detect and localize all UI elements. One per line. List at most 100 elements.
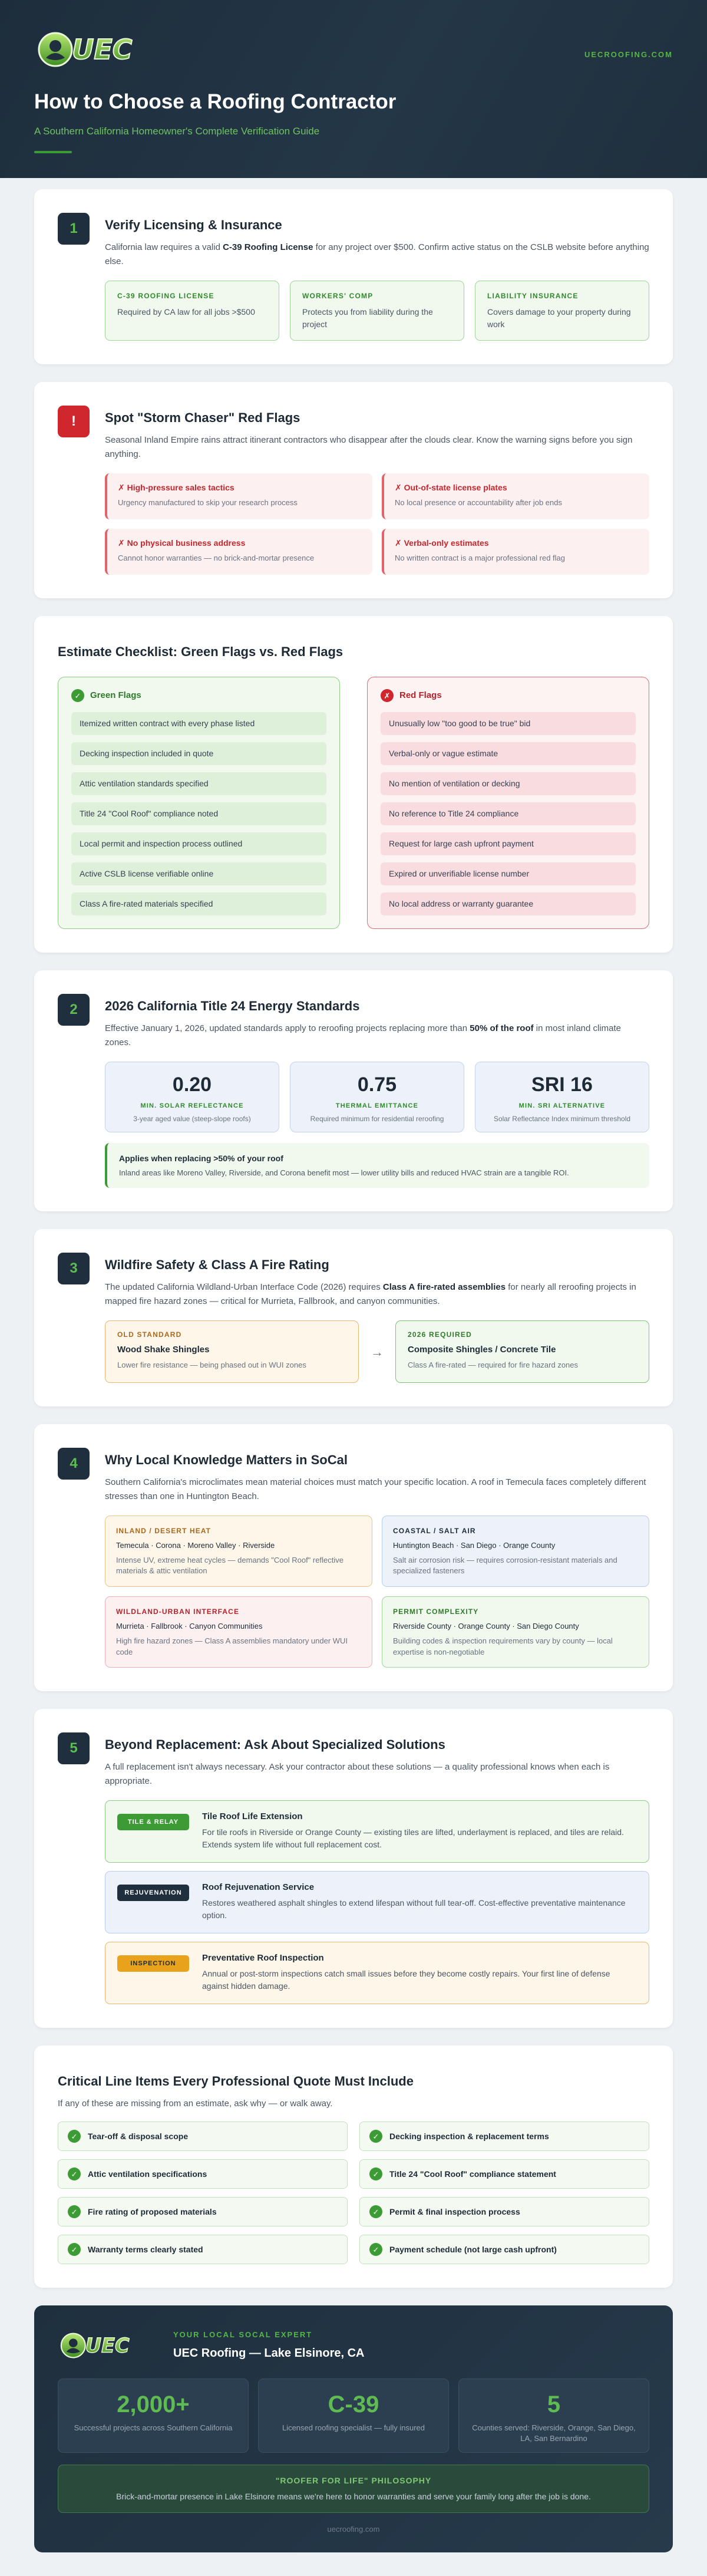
svg-text:UEC: UEC xyxy=(72,34,133,65)
uec-logo-icon[interactable]: UEC xyxy=(58,2330,157,2361)
check-icon: ✓ xyxy=(71,689,84,703)
uec-logo[interactable]: UEC xyxy=(34,28,170,71)
footer-eyebrow: YOUR LOCAL SOCAL EXPERT xyxy=(173,2330,313,2340)
section-specialized-solutions: 5 Beyond Replacement: Ask About Speciali… xyxy=(34,1709,673,2028)
list-item: Active CSLB license verifiable online xyxy=(71,862,326,885)
section-title: Estimate Checklist: Green Flags vs. Red … xyxy=(58,644,343,659)
red-flag-card: ✗ High-pressure sales tactics Urgency man… xyxy=(105,473,372,519)
red-flag-card: ✗ No physical business address Cannot hon… xyxy=(105,529,372,575)
region-card: INLAND / DESERT HEAT Temecula · Corona · … xyxy=(105,1516,372,1587)
service-card: REJUVENATION Roof Rejuvenation Service Re… xyxy=(105,1871,649,1934)
list-item: Verbal-only or vague estimate xyxy=(381,742,636,765)
list-item: No reference to Title 24 compliance xyxy=(381,802,636,825)
section-local-knowledge: 4 Why Local Knowledge Matters in SoCal S… xyxy=(34,1424,673,1692)
section-title: 2026 California Title 24 Energy Standard… xyxy=(105,998,360,1013)
header-website-link[interactable]: UECROOFING.COM xyxy=(584,49,673,61)
company-stat: C-39 Licensed roofing specialist — fully … xyxy=(258,2378,449,2453)
applies-note: Applies when replacing >50% of your roof… xyxy=(105,1142,649,1188)
red-flag-card: ✗ Out-of-state license plates No local pr… xyxy=(382,473,649,519)
accent-divider xyxy=(34,151,72,153)
requirement-card: LIABILITY INSURANCE Covers damage to your… xyxy=(475,281,649,341)
service-tag: INSPECTION xyxy=(117,1955,189,1972)
green-flags-column: ✓ Green Flags Itemized written contract w… xyxy=(58,677,340,929)
section-storm-chasers: ! Spot "Storm Chaser" Red Flags Seasonal… xyxy=(34,382,673,598)
section-title: Beyond Replacement: Ask About Specialize… xyxy=(105,1737,445,1753)
section-description: Seasonal Inland Empire rains attract iti… xyxy=(105,435,633,459)
company-name: UEC Roofing — Lake Elsinore, CA xyxy=(173,2346,365,2360)
line-item: ✓ Decking inspection & replacement terms xyxy=(359,2122,649,2152)
warning-badge-icon: ! xyxy=(58,406,90,437)
logo-mark-icon: UEC xyxy=(38,32,133,67)
step-number-badge: 4 xyxy=(58,1448,90,1480)
section-title: Wildfire Safety & Class A Fire Rating xyxy=(105,1257,329,1272)
red-flag-card: ✗ Verbal-only estimates No written contra… xyxy=(382,529,649,575)
requirement-card: WORKERS' COMP Protects you from liability… xyxy=(290,281,464,341)
service-card: TILE & RELAY Tile Roof Life Extension For… xyxy=(105,1800,649,1863)
region-card: COASTAL / SALT AIR Huntington Beach · San… xyxy=(382,1516,649,1587)
company-stat: 5 Counties served: Riverside, Orange, San… xyxy=(458,2378,649,2453)
x-icon: ✗ xyxy=(381,689,394,703)
line-item: ✓ Fire rating of proposed materials xyxy=(58,2197,348,2227)
list-item: Attic ventilation standards specified xyxy=(71,772,326,795)
section-title: Why Local Knowledge Matters in SoCal xyxy=(105,1452,348,1467)
step-number-badge: 3 xyxy=(58,1253,90,1284)
service-tag: REJUVENATION xyxy=(117,1885,189,1902)
company-footer: UEC YOUR LOCAL SOCAL EXPERT UEC Roofing … xyxy=(34,2305,673,2553)
line-item: ✓ Payment schedule (not large cash upfron… xyxy=(359,2235,649,2265)
service-tag: TILE & RELAY xyxy=(117,1814,189,1831)
line-item: ✓ Tear-off & disposal scope xyxy=(58,2122,348,2152)
company-stat: 2,000+ Successful projects across Souther… xyxy=(58,2378,249,2453)
step-number-badge: 5 xyxy=(58,1732,90,1765)
check-icon: ✓ xyxy=(68,2205,81,2219)
required-standard-card: 2026 REQUIRED Composite Shingles / Concr… xyxy=(395,1320,649,1383)
list-item: Title 24 "Cool Roof" compliance noted xyxy=(71,802,326,825)
hero-header: UEC UECROOFING.COM How to Choose a Roofi… xyxy=(0,0,707,178)
list-item: Unusually low "too good to be true" bid xyxy=(381,711,636,735)
step-number-badge: 1 xyxy=(58,213,90,245)
region-card: PERMIT COMPLEXITY Riverside County · Oran… xyxy=(382,1596,649,1668)
section-description: The updated California Wildland-Urban In… xyxy=(105,1282,636,1306)
list-item: Request for large cash upfront payment xyxy=(381,832,636,855)
standard-stat-card: 0.75 THERMAL EMITTANCE Required minimum fo… xyxy=(290,1061,464,1132)
page-subtitle: A Southern California Homeowner's Comple… xyxy=(34,126,320,137)
line-item: ✓ Warranty terms clearly stated xyxy=(58,2235,348,2265)
standard-stat-card: SRI 16 MIN. SRI ALTERNATIVE Solar Reflecta… xyxy=(475,1061,649,1132)
list-item: Itemized written contract with every pha… xyxy=(71,711,326,735)
section-wildfire: 3 Wildfire Safety & Class A Fire Rating … xyxy=(34,1229,673,1406)
old-standard-card: OLD STANDARD Wood Shake Shingles Lower f… xyxy=(105,1320,359,1383)
section-description: California law requires a valid C-39 Roo… xyxy=(105,242,649,266)
step-number-badge: 2 xyxy=(58,993,90,1026)
check-icon: ✓ xyxy=(68,2243,81,2257)
list-item: Local permit and inspection process outl… xyxy=(71,832,326,855)
section-quote-line-items: Critical Line Items Every Professional Q… xyxy=(34,2045,673,2288)
section-estimate-checklist: Estimate Checklist: Green Flags vs. Red … xyxy=(34,616,673,953)
check-icon: ✓ xyxy=(68,2130,81,2143)
list-item: Decking inspection included in quote xyxy=(71,742,326,765)
section-title: Critical Line Items Every Professional Q… xyxy=(58,2074,414,2089)
standard-stat-card: 0.20 MIN. SOLAR REFLECTANCE 3-year aged va… xyxy=(105,1061,279,1132)
red-flags-column: ✗ Red Flags Unusually low "too good to be… xyxy=(367,677,649,929)
section-title-24: 2 2026 California Title 24 Energy Standa… xyxy=(34,970,673,1211)
requirement-card: C-39 ROOFING LICENSE Required by CA law f… xyxy=(105,281,279,341)
region-card: WILDLAND-URBAN INTERFACE Murrieta · Fallb… xyxy=(105,1596,372,1668)
section-description: A full replacement isn't always necessar… xyxy=(105,1762,610,1787)
line-item: ✓ Permit & final inspection process xyxy=(359,2197,649,2227)
line-item: ✓ Title 24 "Cool Roof" compliance stateme… xyxy=(359,2159,649,2189)
section-title: Verify Licensing & Insurance xyxy=(105,218,282,232)
list-item: Class A fire-rated materials specified xyxy=(71,892,326,915)
list-item: No mention of ventilation or decking xyxy=(381,772,636,795)
section-title: Spot "Storm Chaser" Red Flags xyxy=(105,410,300,425)
check-icon: ✓ xyxy=(369,2205,382,2219)
check-icon: ✓ xyxy=(369,2130,382,2143)
main-content: 1 Verify Licensing & Insurance Californi… xyxy=(0,189,707,2553)
check-icon: ✓ xyxy=(369,2167,382,2181)
footer-website-link[interactable]: uecroofing.com xyxy=(58,2524,649,2535)
line-item: ✓ Attic ventilation specifications xyxy=(58,2159,348,2189)
section-licensing: 1 Verify Licensing & Insurance Californi… xyxy=(34,189,673,364)
section-description: Effective January 1, 2026, updated stand… xyxy=(105,1023,622,1047)
section-description: If any of these are missing from an esti… xyxy=(58,2099,333,2109)
philosophy-banner: "ROOFER FOR LIFE" PHILOSOPHY Brick-and-m… xyxy=(58,2464,649,2513)
page-title: How to Choose a Roofing Contractor xyxy=(34,90,397,113)
check-icon: ✓ xyxy=(369,2243,382,2257)
arrow-right-icon: → xyxy=(371,1344,384,1359)
